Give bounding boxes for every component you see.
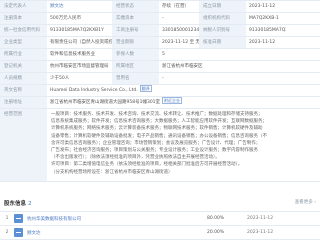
info-row: 所属行业 软件和信息技术服务业 参保人数 5 — [0, 49, 320, 61]
paid-capital-value: - — [162, 16, 164, 21]
insured-value: 5 — [162, 52, 165, 57]
business-scope-value: 一般项目：技术服务、技术开发、技术咨询、技术交流、技术转让、技术推广；数据处理和… — [47, 109, 320, 181]
address-label: 注册地址 — [0, 97, 47, 108]
scope-line: 设备零售；计算机软硬件及辅助设备批发；电子产品销售；通讯设备销售；办公设备销售；… — [51, 133, 267, 139]
authority-value: 杭州市临安区市场监督管理局 — [50, 64, 109, 69]
info-row: 英文名称 Huamei Data Industry Service Co., L… — [0, 85, 320, 97]
reg-no-label: 工商注册号 — [112, 25, 159, 36]
list-item[interactable]: 1 杭州华美数据科技有限公司 80.00% 2023-11-12 — [0, 212, 320, 226]
paid-capital-label: 实缴资本 — [112, 13, 159, 24]
scope-line: 一般项目：技术服务、技术开发、技术咨询、技术交流、技术转让、技术推广；数据处理和… — [51, 112, 263, 117]
org-code-value: MA7Q2KXB-1 — [249, 16, 279, 21]
status-value: 存续（在营） — [162, 4, 189, 9]
holder-date: 2023-11-12 — [247, 230, 274, 235]
list-item[interactable]: 2 顾文达 20.00% 2023-11-12 — [0, 226, 320, 240]
scope-line: （不含出版发行）；（除依法须经批准的项目外，凭营业执照依法自主开展经营活动）。 — [51, 155, 220, 161]
business-info-table: 法定代表人 顾文达 经营状态 存续（在营） 成立日期 2023-11-12 注册… — [0, 0, 320, 182]
tax-id-value: 91330185MA7Q2KXB1Y — [249, 28, 286, 33]
info-row: 经营范围 一般项目：技术服务、技术开发、技术咨询、技术交流、技术转让、技术推广；… — [0, 109, 320, 182]
insured-label: 参保人数 — [112, 49, 159, 60]
approval-date-value: 2023-11-12 — [249, 40, 276, 45]
scope-line: 广告发布；社会经济咨询服务；项目策划与公关服务；专业设计服务；工业设计服务；数字… — [51, 148, 258, 154]
legal-rep-label: 法定代表人 — [0, 1, 47, 12]
info-row: 统一社会信用代码 91330185MA7Q2KXB1Y 工商注册号 330185… — [0, 25, 320, 37]
region-value: 浙江省杭州市临安区 — [162, 64, 203, 69]
section-title-text: 股东信息 — [4, 201, 27, 207]
holder-date: 2023-11-12 — [247, 216, 274, 221]
row-index: 1 — [5, 216, 9, 221]
former-name-label: 曾用名 — [112, 73, 159, 84]
reg-capital-value: 500万元人民币 — [50, 16, 82, 21]
info-row: 企业类型 有限责任公司（自然人投资或控股） 营业期限 2023-11-12 至 … — [0, 37, 320, 49]
scope-line: （分支机构经营场所设在：浙江省杭州市临安区青山湖街道） — [51, 169, 173, 175]
scope-line: 信息系统集成服务；软件开发；信息技术咨询服务；大数据服务；人工智能应用软件开发；… — [51, 119, 267, 125]
reg-capital-label: 注册资本 — [0, 13, 47, 24]
business-scope-label: 经营范围 — [0, 109, 47, 181]
term-label: 营业期限 — [112, 37, 159, 48]
holder-name[interactable]: 顾文达 — [27, 230, 207, 236]
info-row: 法定代表人 顾文达 经营状态 存续（在营） 成立日期 2023-11-12 — [0, 1, 320, 13]
nearby-companies-tag[interactable]: 附近企业 — [162, 97, 183, 104]
section-title: 股东信息 2 — [4, 199, 31, 207]
est-date-value: 2023-11-12 — [249, 4, 276, 9]
approval-date-label: 核准日期 — [199, 37, 246, 48]
holder-percentage: 80.00% — [207, 216, 225, 221]
status-label: 经营状态 — [112, 1, 159, 12]
legal-rep-value[interactable]: 顾文达 — [47, 1, 112, 12]
english-name-value: Huamei Data Industry Service Co., Ltd. 翻译 — [47, 85, 320, 96]
row-index: 2 — [5, 230, 9, 235]
credit-code-value: 91330185MA7Q2KXB1Y — [50, 28, 104, 33]
org-code-label: 组织机构代码 — [199, 13, 246, 24]
info-row: 注册地址 浙江省杭州市临安区青山湖街道大园路958号1幢301室 附近企业 — [0, 97, 320, 109]
est-date-label: 成立日期 — [199, 1, 246, 12]
company-type-label: 企业类型 — [0, 37, 47, 48]
translate-tag[interactable]: 翻译 — [139, 85, 152, 92]
company-logo-icon — [14, 228, 23, 237]
holder-name[interactable]: 杭州华美数据科技有限公司 — [27, 216, 207, 222]
authority-label: 登记机关 — [0, 61, 47, 72]
reg-no-value: 330185000123456 — [162, 28, 199, 33]
region-label: 所属地区 — [112, 61, 159, 72]
info-row: 登记机关 杭州市临安区市场监督管理局 所属地区 浙江省杭州市临安区 — [0, 61, 320, 73]
company-info-page: 法定代表人 顾文达 经营状态 存续（在营） 成立日期 2023-11-12 注册… — [0, 0, 320, 240]
staff-size-value: 少于50人 — [50, 76, 70, 81]
english-name-label: 英文名称 — [0, 85, 47, 96]
staff-size-label: 人员规模 — [0, 73, 47, 84]
term-value: 2023-11-12 至 无固定期限 — [162, 40, 199, 45]
shareholder-list: 1 杭州华美数据科技有限公司 80.00% 2023-11-12 2 顾文达 2… — [0, 211, 320, 240]
company-type-value: 有限责任公司（自然人投资或控股） — [50, 40, 112, 45]
former-name-value: - — [162, 76, 164, 81]
industry-value: 软件和信息技术服务业 — [50, 52, 95, 57]
credit-code-label: 统一社会信用代码 — [0, 25, 47, 36]
industry-label: 所属行业 — [0, 49, 47, 60]
scope-line: 含许可类信息咨询服务）；企业管理咨询；市场营销策划；会议及展览服务；广告设计、代… — [51, 140, 261, 146]
english-name-text: Huamei Data Industry Service Co., Ltd. — [50, 88, 138, 93]
view-more-link[interactable]: 查看更多 › — [295, 199, 316, 205]
holder-percentage: 20.00% — [207, 230, 225, 235]
scope-line: 许可项目：第二类增值电信业务（依法须经批准的项目，经相关部门批准后方可开展经营活… — [51, 162, 243, 168]
address-text: 浙江省杭州市临安区青山湖街道大园路958号1幢301室 — [50, 100, 161, 105]
address-value: 浙江省杭州市临安区青山湖街道大园路958号1幢301室 附近企业 — [47, 97, 320, 108]
company-logo-icon — [14, 214, 23, 223]
scope-line: 计算机系统服务；网络技术服务；云计算装备技术服务；物联网技术服务；软件销售；计算… — [51, 126, 263, 132]
section-count: 2 — [27, 201, 32, 207]
shareholder-section-header: 股东信息 2 查看更多 › — [0, 197, 320, 209]
info-row: 人员规模 少于50人 曾用名 - — [0, 73, 320, 85]
info-row: 注册资本 500万元人民币 实缴资本 - 组织机构代码 MA7Q2KXB-1 — [0, 13, 320, 25]
tax-id-label: 纳税人识别号 — [199, 25, 246, 36]
